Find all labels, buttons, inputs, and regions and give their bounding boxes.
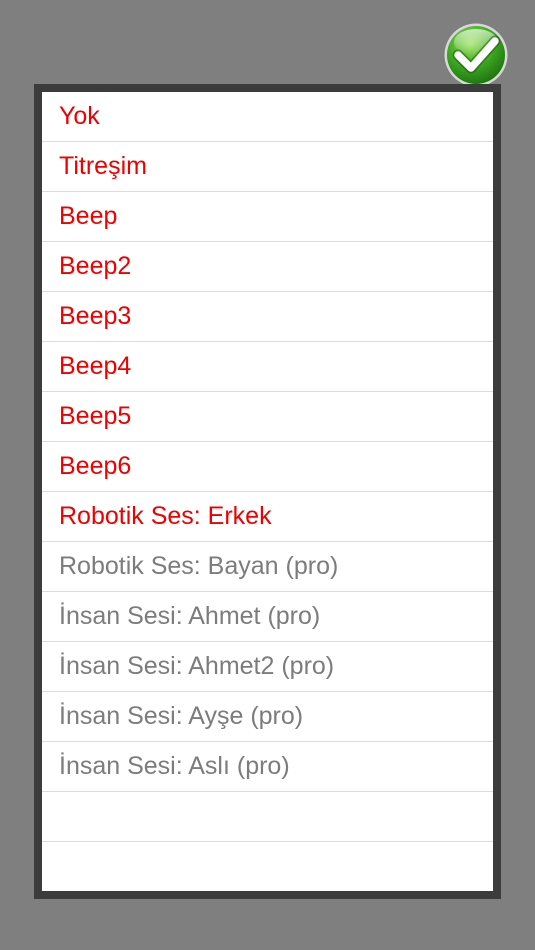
empty-list-item (42, 842, 493, 891)
sound-item-label: Beep5 (59, 402, 132, 430)
sound-item-label: İnsan Sesi: Ahmet2 (pro) (59, 652, 335, 680)
sound-item-label: İnsan Sesi: Ayşe (pro) (59, 702, 304, 730)
sound-item-label: Yok (59, 102, 100, 130)
confirm-button[interactable] (443, 22, 509, 88)
sound-list-item[interactable]: İnsan Sesi: Ayşe (pro) (42, 692, 493, 742)
empty-list-item (42, 792, 493, 842)
sound-item-label: Beep (59, 202, 118, 230)
sound-list-item[interactable]: Robotik Ses: Erkek (42, 492, 493, 542)
sound-list-item[interactable]: Robotik Ses: Bayan (pro) (42, 542, 493, 592)
sound-list: Yok Titreşim Beep Beep2 Beep3 Beep4 Beep5 Beep6… (42, 92, 493, 891)
sound-item-label: Beep6 (59, 452, 132, 480)
sound-list-frame: Yok Titreşim Beep Beep2 Beep3 Beep4 Beep5 Beep6… (34, 84, 501, 899)
sound-item-label: Beep3 (59, 302, 132, 330)
sound-list-item[interactable]: Beep2 (42, 242, 493, 292)
sound-list-item[interactable]: Beep (42, 192, 493, 242)
sound-list-item[interactable]: Beep4 (42, 342, 493, 392)
sound-item-label: Beep2 (59, 252, 132, 280)
sound-picker-screen: Yok Titreşim Beep Beep2 Beep3 Beep4 Beep5 Beep6… (0, 0, 535, 950)
checkmark-icon (444, 23, 508, 87)
sound-list-item[interactable]: Beep3 (42, 292, 493, 342)
sound-list-item[interactable]: Beep6 (42, 442, 493, 492)
sound-item-label: Beep4 (59, 352, 132, 380)
sound-item-label: İnsan Sesi: Aslı (pro) (59, 752, 290, 780)
sound-list-item[interactable]: İnsan Sesi: Ahmet2 (pro) (42, 642, 493, 692)
sound-list-item[interactable]: Titreşim (42, 142, 493, 192)
sound-item-label: Robotik Ses: Bayan (pro) (59, 552, 339, 580)
sound-list-item[interactable]: Yok (42, 92, 493, 142)
sound-item-label: Titreşim (59, 152, 147, 180)
sound-list-item[interactable]: İnsan Sesi: Aslı (pro) (42, 742, 493, 792)
sound-list-item[interactable]: Beep5 (42, 392, 493, 442)
sound-list-item[interactable]: İnsan Sesi: Ahmet (pro) (42, 592, 493, 642)
sound-item-label: Robotik Ses: Erkek (59, 502, 272, 530)
sound-item-label: İnsan Sesi: Ahmet (pro) (59, 602, 321, 630)
